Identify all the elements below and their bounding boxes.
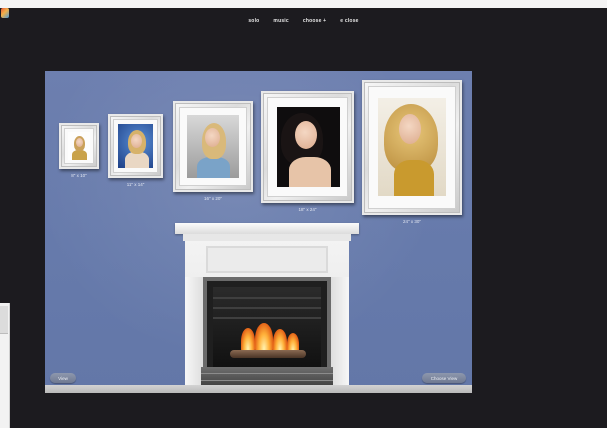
portrait-photo bbox=[68, 132, 90, 160]
nav-close[interactable]: e close bbox=[340, 18, 358, 24]
portrait-photo bbox=[118, 124, 153, 168]
frame-size-label: 11" x 14" bbox=[126, 182, 145, 187]
portrait-photo bbox=[187, 115, 239, 178]
firebox-grate-line bbox=[213, 297, 321, 299]
frame-24x30[interactable] bbox=[362, 80, 462, 215]
frame-size-label: 16" x 20" bbox=[204, 196, 222, 201]
room-preview: 8" x 10" 11" x 14" 16" x 20" 18" x 24" 2… bbox=[45, 71, 472, 393]
nav-solo[interactable]: solo bbox=[248, 18, 259, 24]
frame-size-label: 18" x 24" bbox=[298, 207, 317, 212]
browser-top-strip bbox=[0, 0, 607, 8]
side-panel bbox=[0, 303, 10, 428]
view-button[interactable]: View bbox=[50, 373, 76, 383]
floor-strip bbox=[45, 385, 472, 393]
nav-choose[interactable]: choose + bbox=[303, 18, 326, 24]
frame-18x24[interactable] bbox=[261, 91, 354, 203]
firebox-grate-line bbox=[213, 317, 321, 319]
choose-view-button[interactable]: Choose View bbox=[422, 373, 466, 383]
firebox-grate-line bbox=[213, 307, 321, 309]
hearth-line bbox=[201, 373, 333, 374]
frame-16x20[interactable] bbox=[173, 101, 253, 192]
mantel-trim bbox=[183, 234, 351, 241]
portrait-photo bbox=[378, 98, 446, 196]
top-nav: solo music choose + e close bbox=[0, 18, 607, 24]
frame-size-label: 24" x 30" bbox=[403, 219, 421, 224]
nav-music[interactable]: music bbox=[273, 18, 288, 24]
side-panel-tab[interactable] bbox=[0, 306, 8, 334]
frame-size-label: 8" x 10" bbox=[71, 173, 87, 178]
hearth-line bbox=[201, 380, 333, 381]
fire-logs bbox=[230, 350, 306, 358]
frame-8x10[interactable] bbox=[59, 123, 99, 169]
fireplace-panel bbox=[206, 246, 328, 273]
portrait-photo bbox=[277, 107, 340, 187]
frame-11x14[interactable] bbox=[108, 114, 163, 178]
fireplace-column-right bbox=[331, 277, 349, 393]
app-icon bbox=[1, 8, 9, 18]
fireplace-mantel bbox=[175, 223, 359, 234]
